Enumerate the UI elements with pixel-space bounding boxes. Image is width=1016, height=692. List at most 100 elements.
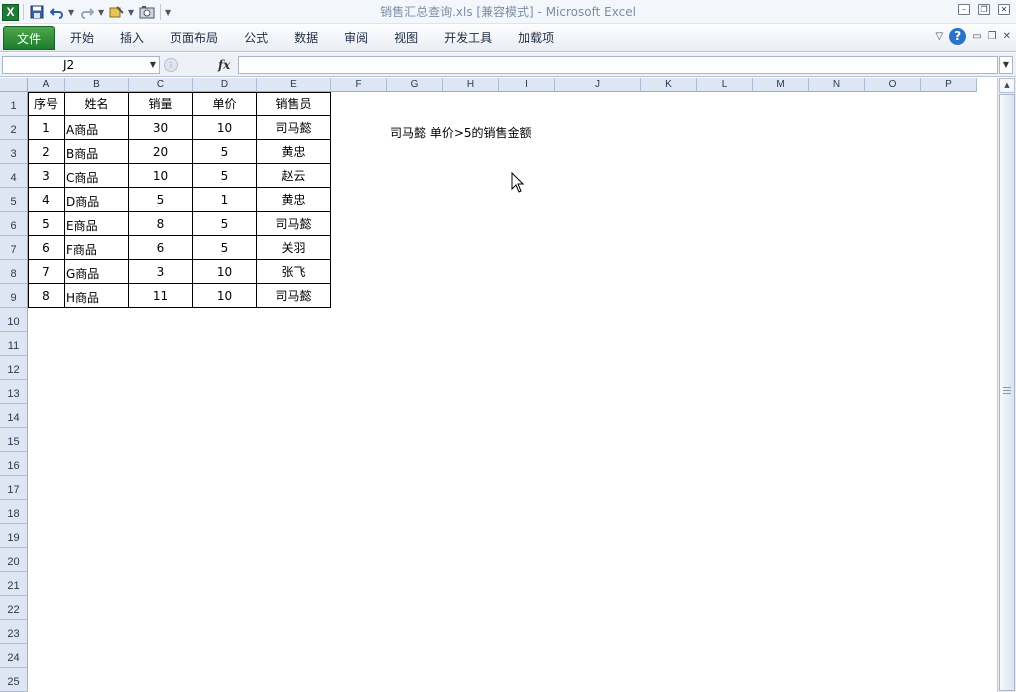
row-header-10[interactable]: 10 bbox=[0, 308, 28, 332]
table-cell[interactable]: 4 bbox=[28, 188, 65, 212]
table-cell[interactable]: 10 bbox=[129, 164, 193, 188]
row-header-25[interactable]: 25 bbox=[0, 668, 28, 692]
table-cell[interactable]: 赵云 bbox=[257, 164, 331, 188]
column-header-p[interactable]: P bbox=[921, 78, 977, 92]
customize-toolbar-icon[interactable]: ▼ bbox=[165, 8, 173, 17]
query-note-text[interactable]: 司马懿 单价>5的销售金额 bbox=[390, 124, 532, 141]
column-header-a[interactable]: A bbox=[28, 78, 65, 92]
camera-icon[interactable] bbox=[138, 3, 156, 21]
row-header-24[interactable]: 24 bbox=[0, 644, 28, 668]
table-header-cell[interactable]: 销售员 bbox=[257, 92, 331, 116]
column-header-n[interactable]: N bbox=[809, 78, 865, 92]
table-cell[interactable]: 5 bbox=[129, 188, 193, 212]
row-header-13[interactable]: 13 bbox=[0, 380, 28, 404]
row-header-12[interactable]: 12 bbox=[0, 356, 28, 380]
row-header-2[interactable]: 2 bbox=[0, 116, 28, 140]
row-header-3[interactable]: 3 bbox=[0, 140, 28, 164]
table-header-cell[interactable]: 销量 bbox=[129, 92, 193, 116]
workbook-close-icon[interactable]: ✕ bbox=[1003, 31, 1011, 42]
table-cell[interactable]: A商品 bbox=[65, 116, 129, 140]
undo-dropdown-icon[interactable]: ▼ bbox=[68, 8, 76, 17]
table-cell[interactable]: 6 bbox=[28, 236, 65, 260]
column-header-j[interactable]: J bbox=[555, 78, 641, 92]
table-cell[interactable]: 司马懿 bbox=[257, 116, 331, 140]
row-header-16[interactable]: 16 bbox=[0, 452, 28, 476]
table-cell[interactable]: 司马懿 bbox=[257, 212, 331, 236]
table-cell[interactable]: 11 bbox=[129, 284, 193, 308]
table-cell[interactable]: B商品 bbox=[65, 140, 129, 164]
row-header-4[interactable]: 4 bbox=[0, 164, 28, 188]
column-header-c[interactable]: C bbox=[129, 78, 193, 92]
row-header-7[interactable]: 7 bbox=[0, 236, 28, 260]
column-header-h[interactable]: H bbox=[443, 78, 499, 92]
expand-formula-bar-icon[interactable]: ▼ bbox=[999, 56, 1013, 74]
scrollbar-thumb[interactable] bbox=[999, 94, 1015, 691]
row-header-15[interactable]: 15 bbox=[0, 428, 28, 452]
column-header-l[interactable]: L bbox=[697, 78, 753, 92]
table-cell[interactable]: 20 bbox=[129, 140, 193, 164]
close-icon[interactable]: ✕ bbox=[998, 4, 1010, 15]
table-cell[interactable]: 10 bbox=[193, 116, 257, 140]
table-cell[interactable]: 关羽 bbox=[257, 236, 331, 260]
table-cell[interactable]: G商品 bbox=[65, 260, 129, 284]
row-header-19[interactable]: 19 bbox=[0, 524, 28, 548]
name-box[interactable]: J2 ▼ bbox=[2, 56, 160, 74]
table-cell[interactable]: 5 bbox=[193, 140, 257, 164]
tab-data[interactable]: 数据 bbox=[281, 26, 331, 50]
name-box-dropdown-icon[interactable]: ▼ bbox=[150, 57, 156, 73]
table-cell[interactable]: 司马懿 bbox=[257, 284, 331, 308]
table-cell[interactable]: 黄忠 bbox=[257, 188, 331, 212]
restore-icon[interactable]: ❐ bbox=[978, 4, 990, 15]
minimize-ribbon-icon[interactable]: ▽ bbox=[935, 31, 943, 42]
row-header-1[interactable]: 1 bbox=[0, 92, 28, 116]
table-cell[interactable]: 1 bbox=[193, 188, 257, 212]
save-icon[interactable] bbox=[28, 3, 46, 21]
row-header-14[interactable]: 14 bbox=[0, 404, 28, 428]
tools-icon[interactable] bbox=[108, 3, 126, 21]
tab-insert[interactable]: 插入 bbox=[107, 26, 157, 50]
scroll-up-icon[interactable]: ▲ bbox=[999, 78, 1015, 93]
tab-view[interactable]: 视图 bbox=[381, 26, 431, 50]
table-cell[interactable]: 30 bbox=[129, 116, 193, 140]
tab-home[interactable]: 开始 bbox=[57, 26, 107, 50]
table-cell[interactable]: E商品 bbox=[65, 212, 129, 236]
row-header-17[interactable]: 17 bbox=[0, 476, 28, 500]
row-header-5[interactable]: 5 bbox=[0, 188, 28, 212]
tools-dropdown-icon[interactable]: ▼ bbox=[128, 8, 136, 17]
table-cell[interactable]: D商品 bbox=[65, 188, 129, 212]
column-header-b[interactable]: B bbox=[65, 78, 129, 92]
table-cell[interactable]: 8 bbox=[129, 212, 193, 236]
row-header-22[interactable]: 22 bbox=[0, 596, 28, 620]
table-cell[interactable]: 8 bbox=[28, 284, 65, 308]
workbook-restore-icon[interactable]: ❐ bbox=[988, 31, 997, 42]
tab-formulas[interactable]: 公式 bbox=[231, 26, 281, 50]
table-cell[interactable]: 5 bbox=[193, 236, 257, 260]
formula-bar-grip-icon[interactable]: ⋮ bbox=[164, 58, 178, 72]
row-header-18[interactable]: 18 bbox=[0, 500, 28, 524]
tab-developer[interactable]: 开发工具 bbox=[431, 26, 505, 50]
excel-app-icon[interactable]: X bbox=[2, 3, 19, 21]
tab-add-ins[interactable]: 加载项 bbox=[505, 26, 567, 50]
column-header-f[interactable]: F bbox=[331, 78, 387, 92]
select-all-corner[interactable] bbox=[0, 78, 28, 92]
tab-file[interactable]: 文件 bbox=[3, 26, 56, 50]
table-header-cell[interactable]: 姓名 bbox=[65, 92, 129, 116]
tab-page-layout[interactable]: 页面布局 bbox=[157, 26, 231, 50]
row-header-8[interactable]: 8 bbox=[0, 260, 28, 284]
minimize-icon[interactable]: – bbox=[958, 4, 970, 15]
column-header-m[interactable]: M bbox=[753, 78, 809, 92]
redo-icon[interactable] bbox=[78, 3, 96, 21]
row-header-6[interactable]: 6 bbox=[0, 212, 28, 236]
undo-icon[interactable] bbox=[48, 3, 66, 21]
table-cell[interactable]: H商品 bbox=[65, 284, 129, 308]
row-header-21[interactable]: 21 bbox=[0, 572, 28, 596]
table-cell[interactable]: 7 bbox=[28, 260, 65, 284]
worksheet-grid[interactable]: ABCDEFGHIJKLMNOP 1 2 3 4 5 6 7 8 9 10 11 12 13 14 15 16… bbox=[0, 78, 997, 692]
column-header-g[interactable]: G bbox=[387, 78, 443, 92]
table-cell[interactable]: 2 bbox=[28, 140, 65, 164]
table-cell[interactable]: 10 bbox=[193, 284, 257, 308]
table-cell[interactable]: 1 bbox=[28, 116, 65, 140]
tab-review[interactable]: 审阅 bbox=[331, 26, 381, 50]
table-cell[interactable]: 3 bbox=[28, 164, 65, 188]
table-header-cell[interactable]: 单价 bbox=[193, 92, 257, 116]
